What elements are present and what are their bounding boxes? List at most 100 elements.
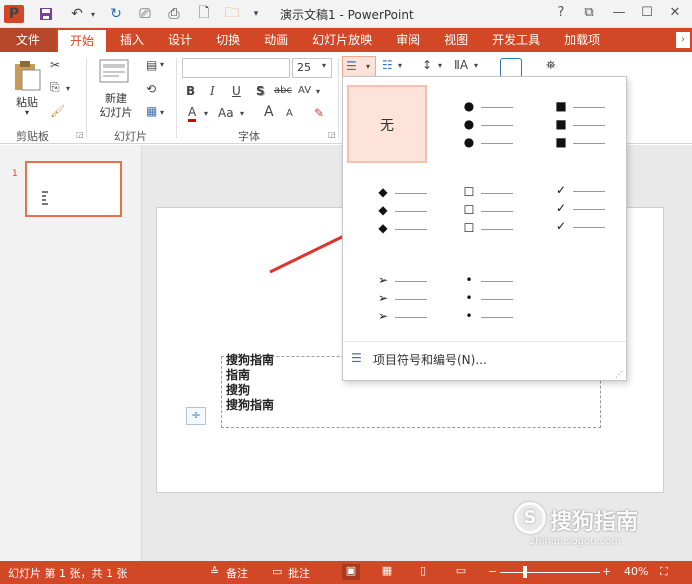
bullet-style-checkmark[interactable]: ✓ ✓ ✓ [537, 173, 617, 251]
zoom-level[interactable]: 40% [624, 565, 648, 578]
bullets-button[interactable]: ☰ ▾ [342, 56, 376, 78]
maximize-button[interactable]: ☐ [636, 5, 658, 20]
copy-dropdown-icon[interactable]: ▾ [66, 84, 70, 93]
notes-button[interactable]: 备注 [226, 565, 248, 581]
save-icon[interactable] [36, 5, 56, 23]
tab-slideshow[interactable]: 幻灯片放映 [300, 28, 384, 52]
line-spacing-dropdown-icon[interactable]: ▾ [438, 61, 442, 70]
tab-design[interactable]: 设计 [156, 28, 204, 52]
watermark: S 搜狗指南 zhinan.sogou.com [510, 500, 680, 550]
resize-grip-icon[interactable]: ⋰ [615, 370, 623, 379]
clear-formatting-button[interactable]: ✎ [314, 106, 324, 120]
tab-insert[interactable]: 插入 [108, 28, 156, 52]
new-slide-icon[interactable] [98, 58, 130, 86]
section-dropdown-icon[interactable]: ▾ [160, 108, 164, 117]
bullet-style-none[interactable]: 无 [347, 85, 427, 163]
text-shadow-button[interactable]: S [256, 84, 265, 98]
zoom-in-icon[interactable]: + [602, 565, 611, 578]
paste-icon[interactable] [12, 60, 42, 92]
font-name-input[interactable] [182, 58, 290, 78]
arrowhead-bullet-icon: ➢ [377, 273, 389, 287]
zoom-slider[interactable] [500, 572, 600, 573]
open-folder-icon[interactable]: 🗀 [222, 5, 242, 23]
font-color-dropdown-icon[interactable]: ▾ [204, 109, 208, 118]
bold-button[interactable]: B [186, 84, 195, 98]
fit-to-window-icon[interactable]: ⛶ [660, 565, 668, 579]
zoom-slider-thumb[interactable] [523, 566, 527, 578]
comments-icon[interactable]: ▭ [272, 565, 282, 578]
bullets-and-numbering-link[interactable]: 项目符号和编号(N)... [373, 351, 487, 368]
ribbon-display-options-button[interactable]: ⧉ [578, 5, 600, 20]
spacing-dropdown-icon[interactable]: ▾ [316, 87, 320, 96]
redo-icon[interactable]: ↻ [106, 5, 126, 23]
help-button[interactable]: ? [550, 5, 572, 20]
text-direction-dropdown-icon[interactable]: ▾ [474, 61, 478, 70]
font-color-button[interactable]: A [188, 106, 197, 122]
diamond-bullet-icon: ◆ [378, 221, 388, 235]
format-painter-icon[interactable]: 🖌 [50, 104, 65, 118]
notes-icon[interactable]: ≙ [210, 565, 219, 578]
bullet-style-hollow-square[interactable]: ☐ ☐ ☐ [445, 173, 525, 251]
bullet-style-small-dot[interactable]: • • • [445, 261, 525, 339]
section-icon[interactable]: ▦ [146, 104, 157, 118]
underline-button[interactable]: U [232, 84, 241, 98]
character-spacing-button[interactable]: AV [298, 85, 311, 96]
checkmark-bullet-icon: ✓ [555, 219, 567, 233]
text-line[interactable]: 搜狗 [222, 383, 600, 398]
autofit-options-icon[interactable]: ÷ [186, 407, 206, 425]
comments-button[interactable]: 批注 [288, 565, 310, 581]
bullet-style-arrowhead[interactable]: ➢ ➢ ➢ [359, 261, 439, 339]
case-dropdown-icon[interactable]: ▾ [240, 109, 244, 118]
bullet-style-filled-round[interactable]: ● ● ● [445, 85, 525, 163]
text-line[interactable]: 搜狗指南 [222, 398, 600, 413]
shapes-icon[interactable] [500, 58, 522, 78]
tab-home[interactable]: 开始 [58, 30, 107, 52]
grow-font-button[interactable]: A [264, 104, 274, 120]
bullet-style-diamond[interactable]: ◆ ◆ ◆ [359, 173, 439, 251]
tab-animations[interactable]: 动画 [252, 28, 300, 52]
tab-transitions[interactable]: 切换 [204, 28, 252, 52]
tab-file[interactable]: 文件 [0, 28, 57, 52]
customize-toolbar-icon[interactable]: ▾ [250, 5, 262, 23]
new-document-icon[interactable]: 🗋 [194, 5, 214, 23]
numbering-dropdown-icon[interactable]: ▾ [398, 61, 402, 70]
change-case-button[interactable]: Aa [218, 106, 234, 120]
shrink-font-button[interactable]: A [286, 108, 293, 119]
tab-view[interactable]: 视图 [432, 28, 480, 52]
bullets-dropdown-icon[interactable]: ▾ [366, 62, 370, 71]
tab-addins[interactable]: 加载项 [552, 28, 612, 52]
undo-icon[interactable]: ↶ [66, 5, 88, 23]
paste-dropdown-icon[interactable]: ▾ [10, 108, 44, 117]
slideshow-view-icon[interactable]: ▭ [452, 564, 470, 580]
zoom-out-icon[interactable]: − [488, 565, 497, 578]
tab-developer[interactable]: 开发工具 [480, 28, 552, 52]
new-slide-button[interactable]: 幻灯片 [92, 104, 140, 120]
cut-icon[interactable]: ✂ [50, 58, 60, 72]
minimize-button[interactable]: — [608, 5, 630, 20]
start-slideshow-icon[interactable]: ⎚ [134, 5, 156, 23]
italic-button[interactable]: I [210, 84, 215, 98]
font-launcher-icon[interactable]: ◲ [328, 130, 336, 139]
reset-icon[interactable]: ⟲ [146, 82, 156, 96]
bullets-and-numbering-row[interactable]: ☰ 项目符号和编号(N)... ⋰ [343, 341, 626, 381]
slide-sorter-icon[interactable]: ▦ [378, 564, 396, 580]
numbering-icon[interactable]: ☷ [382, 58, 393, 72]
text-direction-icon[interactable]: ⅡA [454, 58, 468, 72]
reading-view-icon[interactable]: ▯ [414, 564, 432, 580]
print-preview-icon[interactable]: ⎙ [164, 5, 184, 23]
line-spacing-icon[interactable]: ↕ [422, 58, 432, 72]
tabs-scroll-right-icon[interactable]: › [676, 32, 690, 48]
find-icon[interactable]: ⛯ [546, 58, 556, 73]
clipboard-launcher-icon[interactable]: ◲ [76, 130, 84, 139]
layout-dropdown-icon[interactable]: ▾ [160, 60, 164, 69]
layout-icon[interactable]: ▤ [146, 58, 157, 72]
tab-review[interactable]: 审阅 [384, 28, 432, 52]
bullet-style-filled-square[interactable]: ■ ■ ■ [537, 85, 617, 163]
copy-icon[interactable]: ⎘ [50, 80, 60, 95]
close-button[interactable]: ✕ [664, 5, 686, 20]
undo-dropdown-icon[interactable]: ▾ [88, 5, 98, 23]
strikethrough-button[interactable]: abc [274, 85, 292, 96]
font-size-dropdown-icon[interactable]: ▾ [322, 61, 326, 70]
slide-thumbnail[interactable] [25, 161, 122, 217]
normal-view-icon[interactable]: ▣ [342, 564, 360, 580]
